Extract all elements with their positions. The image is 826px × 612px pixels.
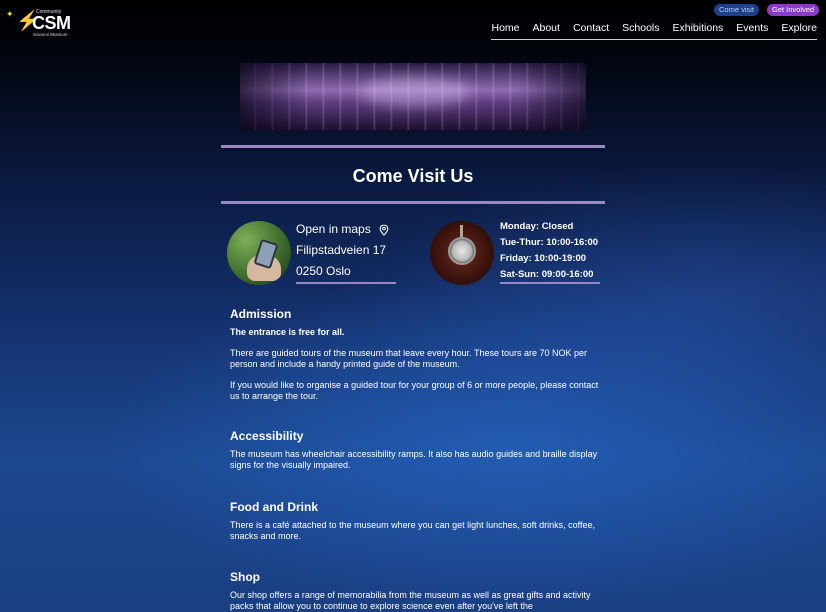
food-and-drink-section: Food and Drink There is a café attached … xyxy=(230,500,610,552)
watch-face-shape xyxy=(448,237,476,265)
shop-section: Shop Our shop offers a range of memorabi… xyxy=(230,570,610,612)
pocket-watch-image xyxy=(430,221,494,285)
nav-item-home[interactable]: Home xyxy=(491,22,519,34)
hours-line: Tue-Thur: 10:00-16:00 xyxy=(500,237,599,248)
hours-line: Sat-Sun: 09:00-16:00 xyxy=(500,269,594,280)
title-divider-bottom xyxy=(221,201,605,204)
nav-item-exhibitions[interactable]: Exhibitions xyxy=(673,22,724,34)
section-heading: Food and Drink xyxy=(230,500,318,514)
main-nav: Home About Contact Schools Exhibitions E… xyxy=(491,22,817,40)
nav-item-schools[interactable]: Schools xyxy=(622,22,659,34)
site-logo[interactable]: ✦ ⚡ Community CSM Science Museum xyxy=(6,8,72,38)
section-heading: Admission xyxy=(230,307,292,321)
section-paragraph: The museum has wheelchair accessibility … xyxy=(230,449,598,470)
nav-item-contact[interactable]: Contact xyxy=(573,22,609,34)
section-paragraph: There is a café attached to the museum w… xyxy=(230,520,596,541)
address-street: Filipstadveien 17 xyxy=(296,243,387,257)
title-divider-top xyxy=(221,145,605,148)
map-pin-icon[interactable] xyxy=(379,223,389,236)
sparkle-icon: ✦ xyxy=(6,9,14,19)
hours-line: Monday: Closed xyxy=(500,221,574,232)
museum-banner-image xyxy=(240,63,586,130)
page-title: Come Visit Us xyxy=(352,166,474,186)
phone-map-image xyxy=(227,221,291,285)
banner-light xyxy=(360,77,470,107)
hours-line: Friday: 10:00-19:00 xyxy=(500,253,587,264)
logo-name: CSM xyxy=(32,13,71,33)
address-block: Open in maps Filipstadveien 17 0250 Oslo xyxy=(296,219,389,282)
nav-item-explore[interactable]: Explore xyxy=(781,22,817,34)
nav-item-events[interactable]: Events xyxy=(736,22,768,34)
admission-section: Admission The entrance is free for all. … xyxy=(230,307,610,412)
come-visit-button[interactable]: Come visit xyxy=(714,4,760,16)
hours-divider xyxy=(500,282,600,284)
section-heading: Shop xyxy=(230,570,260,584)
get-involved-button[interactable]: Get Involved xyxy=(767,4,820,16)
address-postcode-city: 0250 Oslo xyxy=(296,264,351,278)
accessibility-section: Accessibility The museum has wheelchair … xyxy=(230,429,610,481)
section-heading: Accessibility xyxy=(230,429,304,443)
section-paragraph: Our shop offers a range of memorabilia f… xyxy=(230,590,591,611)
open-in-maps-link[interactable]: Open in maps xyxy=(296,219,371,240)
section-paragraph: There are guided tours of the museum tha… xyxy=(230,348,588,369)
section-paragraph: If you would like to organise a guided t… xyxy=(230,380,599,401)
logo-subtitle: Science Museum xyxy=(33,32,68,37)
section-paragraph: The entrance is free for all. xyxy=(230,327,345,337)
nav-item-about[interactable]: About xyxy=(533,22,560,34)
opening-hours: Monday: Closed Tue-Thur: 10:00-16:00 Fri… xyxy=(500,219,598,283)
address-divider xyxy=(296,282,396,284)
